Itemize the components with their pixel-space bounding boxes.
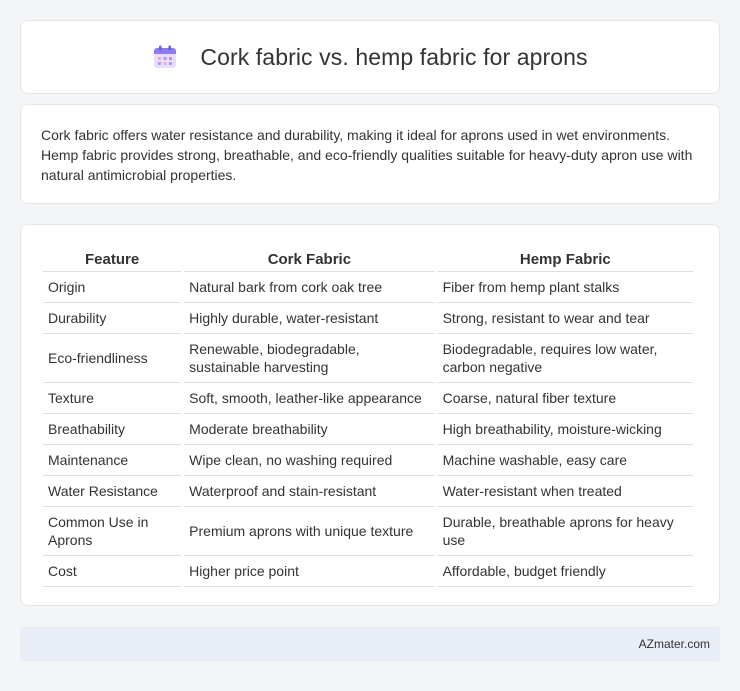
table-row: Common Use in Aprons Premium aprons with… xyxy=(43,507,693,556)
comparison-table: Feature Cork Fabric Hemp Fabric Origin N… xyxy=(40,247,696,587)
header-cork-fabric: Cork Fabric xyxy=(184,247,435,272)
hemp-cell: Durable, breathable aprons for heavy use xyxy=(437,507,693,556)
table-row: Breathability Moderate breathability Hig… xyxy=(43,414,693,445)
table-row: Maintenance Wipe clean, no washing requi… xyxy=(43,445,693,476)
page-title: Cork fabric vs. hemp fabric for aprons xyxy=(200,43,588,70)
cork-cell: Highly durable, water-resistant xyxy=(184,303,435,334)
table-row: Texture Soft, smooth, leather-like appea… xyxy=(43,383,693,414)
footer-bar: AZmater.com xyxy=(20,627,720,661)
cork-cell: Renewable, biodegradable, sustainable ha… xyxy=(184,334,435,383)
feature-cell: Texture xyxy=(43,383,182,414)
cork-cell: Waterproof and stain-resistant xyxy=(184,476,435,507)
table-header-row: Feature Cork Fabric Hemp Fabric xyxy=(43,247,693,272)
header-feature: Feature xyxy=(43,247,182,272)
hemp-cell: Affordable, budget friendly xyxy=(437,556,693,587)
feature-cell: Durability xyxy=(43,303,182,334)
header-hemp-fabric: Hemp Fabric xyxy=(437,247,693,272)
cork-cell: Higher price point xyxy=(184,556,435,587)
footer-brand[interactable]: AZmater.com xyxy=(639,637,710,651)
table-row: Durability Highly durable, water-resista… xyxy=(43,303,693,334)
feature-cell: Breathability xyxy=(43,414,182,445)
table-row: Cost Higher price point Affordable, budg… xyxy=(43,556,693,587)
table-row: Water Resistance Waterproof and stain-re… xyxy=(43,476,693,507)
hemp-cell: Machine washable, easy care xyxy=(437,445,693,476)
intro-card: Cork fabric offers water resistance and … xyxy=(20,104,720,204)
hemp-cell: Coarse, natural fiber texture xyxy=(437,383,693,414)
feature-cell: Water Resistance xyxy=(43,476,182,507)
feature-cell: Maintenance xyxy=(43,445,182,476)
intro-text: Cork fabric offers water resistance and … xyxy=(41,127,693,183)
feature-cell: Common Use in Aprons xyxy=(43,507,182,556)
calendar-icon xyxy=(154,45,177,68)
cork-cell: Premium aprons with unique texture xyxy=(184,507,435,556)
hemp-cell: Biodegradable, requires low water, carbo… xyxy=(437,334,693,383)
table-row: Eco-friendliness Renewable, biodegradabl… xyxy=(43,334,693,383)
cork-cell: Natural bark from cork oak tree xyxy=(184,272,435,303)
cork-cell: Soft, smooth, leather-like appearance xyxy=(184,383,435,414)
feature-cell: Origin xyxy=(43,272,182,303)
hemp-cell: High breathability, moisture-wicking xyxy=(437,414,693,445)
cork-cell: Moderate breathability xyxy=(184,414,435,445)
feature-cell: Cost xyxy=(43,556,182,587)
hemp-cell: Fiber from hemp plant stalks xyxy=(437,272,693,303)
table-row: Origin Natural bark from cork oak tree F… xyxy=(43,272,693,303)
title-card: Cork fabric vs. hemp fabric for aprons xyxy=(20,20,720,94)
hemp-cell: Strong, resistant to wear and tear xyxy=(437,303,693,334)
comparison-table-card: Feature Cork Fabric Hemp Fabric Origin N… xyxy=(20,224,720,606)
feature-cell: Eco-friendliness xyxy=(43,334,182,383)
hemp-cell: Water-resistant when treated xyxy=(437,476,693,507)
cork-cell: Wipe clean, no washing required xyxy=(184,445,435,476)
